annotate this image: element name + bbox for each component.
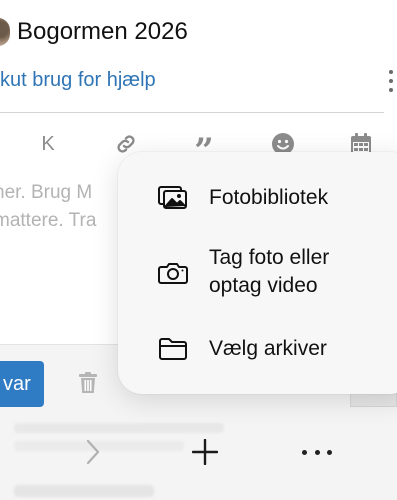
plus-icon[interactable] [192,439,218,465]
blurred-content [14,485,154,497]
menu-item-photo-library[interactable]: Fotobibliotek [118,180,397,216]
avatar[interactable] [0,18,10,46]
menu-item-choose-files[interactable]: Vælg arkiver [118,332,397,368]
topic-title: Bogormen 2026 [17,18,188,45]
menu-item-label: Vælg arkiver [209,337,327,360]
menu-item-label: Fotobibliotek [209,186,329,209]
trash-icon[interactable] [78,372,98,394]
menu-item-label: Tag foto eller optag video [209,246,330,297]
camera-icon [158,260,188,286]
chevron-right-icon[interactable] [85,438,101,466]
italic-button[interactable]: K [31,129,65,159]
photo-library-icon [158,185,188,211]
attachment-menu: Fotobibliotek Tag foto eller optag video… [118,152,397,394]
blurred-content [14,423,224,433]
category-link[interactable]: kut brug for hjælp [0,66,156,94]
menu-item-camera[interactable]: Tag foto eller optag video [118,244,397,304]
folder-icon [158,336,188,362]
more-options-icon[interactable] [385,70,397,92]
more-horizontal-icon[interactable] [302,450,332,456]
send-button[interactable]: var [0,361,44,407]
